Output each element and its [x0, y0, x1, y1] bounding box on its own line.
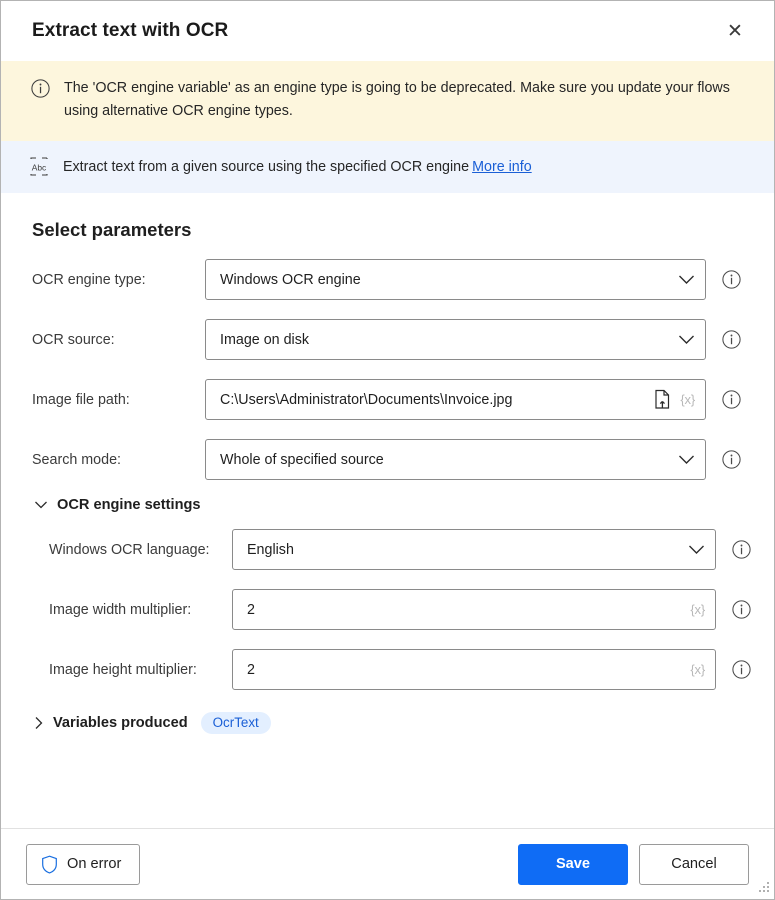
label-ocr-engine-type: OCR engine type:	[32, 271, 146, 288]
chevron-down-icon[interactable]	[678, 334, 695, 345]
control-wrap-image-file-path: C:\Users\Administrator\Documents\Invoice…	[205, 379, 741, 420]
label-image-file-path: Image file path:	[32, 391, 130, 408]
close-button[interactable]: ✕	[714, 12, 756, 50]
ocr-abc-icon: Abc	[28, 157, 50, 177]
value-windows-ocr-language: English	[247, 541, 294, 558]
chevron-down-icon[interactable]	[678, 274, 695, 285]
svg-text:Abc: Abc	[32, 162, 46, 172]
chevron-down-icon[interactable]	[678, 454, 695, 465]
label-variables-produced: Variables produced	[53, 715, 188, 732]
dropdown-windows-ocr-language[interactable]: English	[232, 529, 716, 570]
label-image-height-multiplier: Image height multiplier:	[49, 661, 197, 678]
field-row-ocr-source: OCR source: Image on disk	[1, 317, 774, 362]
info-icon-search-mode[interactable]	[722, 450, 741, 469]
value-image-width-multiplier: 2	[247, 601, 255, 618]
dropdown-search-mode[interactable]: Whole of specified source	[205, 439, 706, 480]
variable-token-image-width-multiplier[interactable]: {x}	[690, 602, 705, 617]
close-icon: ✕	[727, 20, 743, 42]
control-wrap-windows-ocr-language: English	[232, 529, 751, 570]
variable-pill-ocrtext[interactable]: OcrText	[200, 712, 271, 735]
label-image-width-multiplier: Image width multiplier:	[49, 601, 192, 618]
value-search-mode: Whole of specified source	[220, 451, 384, 468]
cancel-button[interactable]: Cancel	[639, 843, 749, 885]
info-icon-image-height-multiplier[interactable]	[732, 660, 751, 679]
chevron-right-icon	[34, 716, 44, 730]
dialog-body: Select parameters OCR engine type: Windo…	[1, 193, 774, 828]
info-circle-icon	[31, 79, 50, 103]
value-image-height-multiplier: 2	[247, 661, 255, 678]
dropdown-ocr-source[interactable]: Image on disk	[205, 319, 706, 360]
label-ocr-engine-settings: OCR engine settings	[57, 497, 201, 513]
save-button[interactable]: Save	[518, 843, 628, 885]
field-row-image-file-path: Image file path: C:\Users\Administrator\…	[1, 377, 774, 422]
description-label: Extract text from a given source using t…	[63, 159, 470, 175]
save-label: Save	[555, 856, 591, 872]
control-wrap-ocr-source: Image on disk	[205, 319, 741, 360]
deprecation-warning-banner: The 'OCR engine variable' as an engine t…	[1, 61, 774, 141]
variable-token-image-file-path[interactable]: {x}	[680, 392, 695, 407]
more-info-link[interactable]: More info	[472, 159, 532, 175]
control-wrap-image-height-multiplier: 2 {x}	[232, 649, 751, 690]
label-windows-ocr-language: Windows OCR language:	[49, 541, 210, 558]
input-image-file-path[interactable]: C:\Users\Administrator\Documents\Invoice…	[205, 379, 706, 420]
input-image-width-multiplier[interactable]: 2 {x}	[232, 589, 716, 630]
value-ocr-source: Image on disk	[220, 331, 310, 348]
control-wrap-ocr-engine-type: Windows OCR engine	[205, 259, 741, 300]
dialog-titlebar: Extract text with OCR ✕	[1, 1, 774, 61]
chevron-down-icon	[34, 500, 48, 510]
dialog-footer: On error Save Cancel	[1, 828, 774, 899]
section-heading-select-parameters: Select parameters	[32, 219, 192, 240]
input-image-height-multiplier[interactable]: 2 {x}	[232, 649, 716, 690]
field-row-search-mode: Search mode: Whole of specified source	[1, 437, 774, 482]
value-image-file-path: C:\Users\Administrator\Documents\Invoice…	[220, 391, 513, 408]
field-row-ocr-engine-type: OCR engine type: Windows OCR engine	[1, 257, 774, 302]
label-search-mode: Search mode:	[32, 451, 122, 468]
label-ocr-source: OCR source:	[32, 331, 115, 348]
info-icon-image-width-multiplier[interactable]	[732, 600, 751, 619]
field-row-image-width-multiplier: Image width multiplier: 2 {x}	[1, 587, 774, 632]
control-wrap-search-mode: Whole of specified source	[205, 439, 741, 480]
field-row-image-height-multiplier: Image height multiplier: 2 {x}	[1, 647, 774, 692]
control-wrap-image-width-multiplier: 2 {x}	[232, 589, 751, 630]
field-row-windows-ocr-language: Windows OCR language: English	[1, 527, 774, 572]
on-error-button[interactable]: On error	[26, 843, 141, 885]
value-ocr-engine-type: Windows OCR engine	[220, 271, 361, 288]
action-description-bar: Abc Extract text from a given source usi…	[1, 141, 774, 193]
info-icon-image-file-path[interactable]	[722, 390, 741, 409]
extract-text-ocr-dialog: Extract text with OCR ✕ The 'OCR engine …	[0, 0, 775, 900]
chevron-down-icon[interactable]	[688, 544, 705, 555]
info-icon-windows-ocr-language[interactable]	[732, 540, 751, 559]
section-toggle-ocr-engine-settings[interactable]: OCR engine settings	[1, 497, 774, 513]
section-toggle-variables-produced[interactable]: Variables produced OcrText	[1, 712, 774, 735]
on-error-label: On error	[67, 856, 122, 872]
warning-message: The 'OCR engine variable' as an engine t…	[64, 80, 730, 119]
dialog-title: Extract text with OCR	[32, 20, 229, 41]
action-description-text: Extract text from a given source using t…	[63, 159, 532, 175]
info-icon-ocr-engine-type[interactable]	[722, 270, 741, 289]
resize-grip[interactable]	[757, 882, 770, 895]
cancel-label: Cancel	[671, 856, 717, 872]
dropdown-ocr-engine-type[interactable]: Windows OCR engine	[205, 259, 706, 300]
shield-icon	[41, 855, 58, 874]
file-upload-icon[interactable]	[653, 389, 672, 410]
info-icon-ocr-source[interactable]	[722, 330, 741, 349]
variable-token-image-height-multiplier[interactable]: {x}	[690, 662, 705, 677]
